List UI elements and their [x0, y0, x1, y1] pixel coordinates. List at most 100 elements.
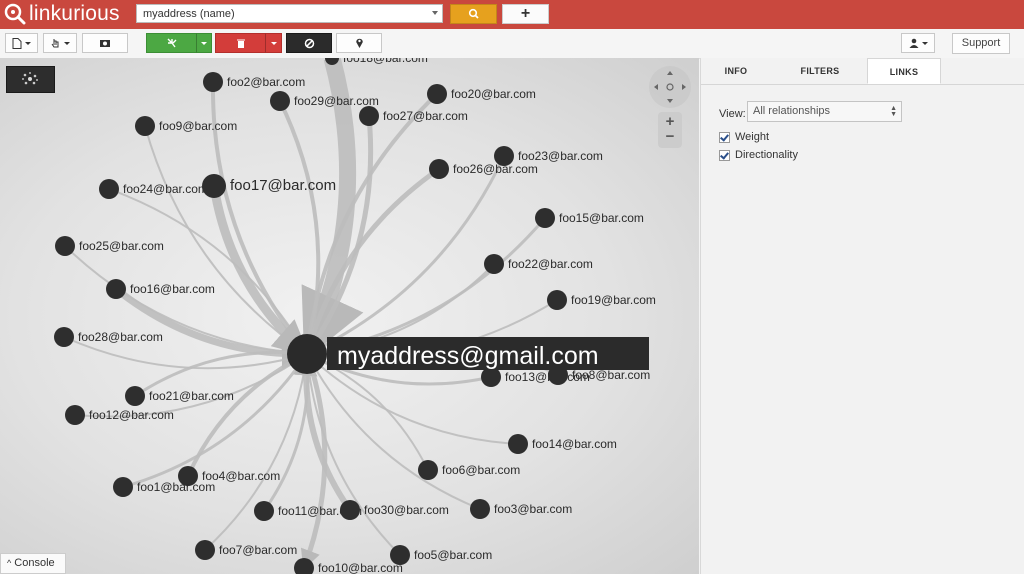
block-button[interactable]: [286, 33, 332, 53]
support-button[interactable]: Support: [952, 33, 1010, 54]
map-marker-button[interactable]: [336, 33, 382, 53]
graph-node[interactable]: [65, 405, 85, 425]
logo[interactable]: linkurious: [4, 2, 120, 26]
search-icon: [468, 8, 479, 19]
delete-dropdown-button[interactable]: [265, 33, 282, 53]
directionality-option[interactable]: Directionality: [719, 149, 798, 161]
graph-node[interactable]: [427, 84, 447, 104]
graph-node-label: foo18@bar.com: [343, 58, 428, 65]
right-panel: INFO FILTERS LINKS View: All relationshi…: [700, 58, 1024, 574]
directionality-label: Directionality: [735, 149, 798, 161]
weight-label: Weight: [735, 131, 770, 143]
pan-arrows-icon: [654, 71, 686, 103]
search-input[interactable]: myaddress (name): [136, 4, 443, 23]
graph-node-label: foo12@bar.com: [89, 408, 174, 422]
graph-canvas[interactable]: foo18@bar.com foo2@bar.com foo29@bar.com fo…: [0, 58, 699, 574]
graph-node-label: foo15@bar.com: [559, 211, 644, 225]
tab-links[interactable]: LINKS: [867, 58, 941, 84]
minimap-graph-icon: [22, 72, 38, 85]
select-tool-button[interactable]: [43, 33, 77, 53]
select-arrows-icon: ▲ ▼: [890, 105, 897, 118]
tab-filters[interactable]: FILTERS: [771, 58, 869, 84]
zoom-out-button[interactable]: −: [658, 129, 682, 146]
view-select[interactable]: All relationships ▲ ▼: [747, 101, 902, 122]
graph-node[interactable]: [484, 254, 504, 274]
search-button[interactable]: [450, 4, 497, 24]
graph-node[interactable]: [195, 540, 215, 560]
expand-dropdown-button[interactable]: [196, 33, 212, 53]
graph-node[interactable]: [99, 179, 119, 199]
weight-option[interactable]: Weight: [719, 131, 769, 143]
graph-node[interactable]: [106, 279, 126, 299]
graph-node-label: foo17@bar.com: [230, 177, 336, 194]
graph-node-label: foo25@bar.com: [79, 239, 164, 253]
file-menu-button[interactable]: [5, 33, 38, 53]
graph-node-label: foo8@bar.com: [572, 368, 650, 382]
view-label: View:: [719, 108, 746, 120]
add-node-button[interactable]: +: [502, 4, 549, 24]
plus-icon: +: [520, 5, 531, 22]
pan-control[interactable]: [649, 66, 691, 108]
graph-node-label: foo1@bar.com: [137, 480, 215, 494]
hand-pointer-icon: [51, 38, 59, 47]
graph-node-label: foo19@bar.com: [571, 293, 656, 307]
graph-node[interactable]: [340, 500, 360, 520]
graph-node-label: foo21@bar.com: [149, 389, 234, 403]
graph-node-label: foo26@bar.com: [453, 162, 538, 176]
graph-edge[interactable]: [209, 185, 310, 358]
chevron-up-icon: ^: [7, 558, 12, 568]
directionality-checkbox[interactable]: [719, 149, 730, 161]
graph-node-label: foo27@bar.com: [383, 109, 468, 123]
graph-center-node[interactable]: [287, 334, 327, 374]
user-icon: [909, 38, 918, 48]
graph-node-label: foo7@bar.com: [219, 543, 297, 557]
graph-node[interactable]: [270, 91, 290, 111]
graph-node[interactable]: [547, 290, 567, 310]
delete-button[interactable]: [215, 33, 265, 53]
graph-node[interactable]: [429, 159, 449, 179]
graph-edge[interactable]: [186, 352, 309, 477]
graph-node[interactable]: [203, 72, 223, 92]
minimap[interactable]: [6, 66, 55, 93]
graph-node-label: foo23@bar.com: [518, 149, 603, 163]
console-toggle[interactable]: ^ Console: [0, 553, 66, 574]
file-icon: [12, 37, 22, 49]
graph-node[interactable]: [359, 106, 379, 126]
graph-node[interactable]: [470, 499, 490, 519]
tab-info[interactable]: INFO: [701, 58, 771, 84]
search-dropdown-icon[interactable]: [432, 11, 438, 15]
chevron-down-icon: [270, 41, 277, 45]
graph-node[interactable]: [135, 116, 155, 136]
screenshot-button[interactable]: [82, 33, 128, 53]
graph-node-label: foo22@bar.com: [508, 257, 593, 271]
graph-node[interactable]: [254, 501, 274, 521]
graph-svg[interactable]: foo18@bar.com foo2@bar.com foo29@bar.com fo…: [0, 58, 699, 574]
ban-icon: [304, 38, 314, 48]
graph-node[interactable]: [508, 434, 528, 454]
graph-node[interactable]: [294, 558, 314, 574]
graph-node[interactable]: [55, 236, 75, 256]
graph-node[interactable]: [202, 174, 226, 198]
graph-node[interactable]: [113, 477, 133, 497]
graph-node-label: foo28@bar.com: [78, 330, 163, 344]
view-select-value: All relationships: [753, 105, 831, 117]
weight-checkbox[interactable]: [719, 131, 730, 143]
graph-node-label: foo14@bar.com: [532, 437, 617, 451]
map-marker-icon: [355, 38, 363, 48]
graph-node-label: foo6@bar.com: [442, 463, 520, 477]
camera-icon: [100, 40, 110, 47]
user-menu-button[interactable]: [901, 33, 935, 53]
graph-center-label: myaddress@gmail.com: [337, 342, 599, 370]
trash-icon: [236, 39, 245, 48]
expand-button[interactable]: [146, 33, 196, 53]
graph-node-label: foo3@bar.com: [494, 502, 572, 516]
graph-node[interactable]: [418, 460, 438, 480]
console-label: Console: [14, 557, 55, 569]
graph-node-label: foo2@bar.com: [227, 75, 305, 89]
search-input-value: myaddress (name): [143, 8, 235, 20]
app-name: linkurious: [29, 2, 120, 25]
graph-node[interactable]: [535, 208, 555, 228]
graph-node[interactable]: [54, 327, 74, 347]
graph-node[interactable]: [125, 386, 145, 406]
toolbar: Support: [0, 29, 1024, 59]
